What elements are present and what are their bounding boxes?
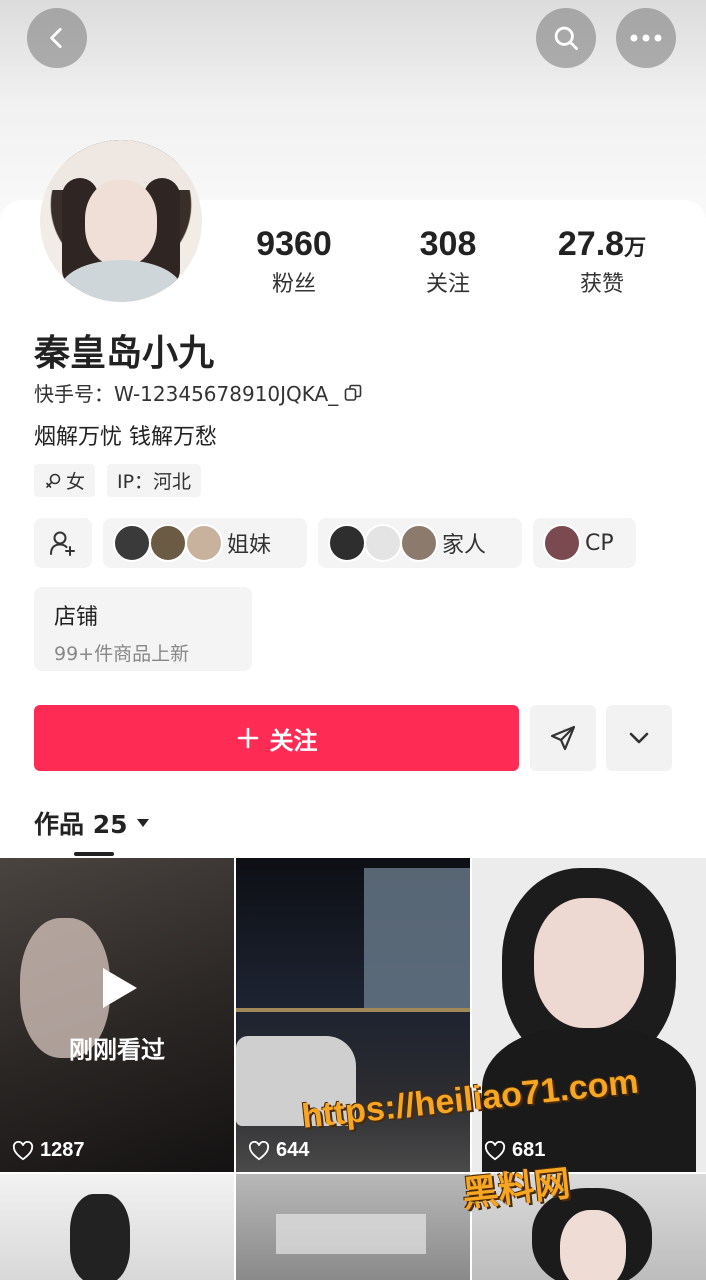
sisters-group[interactable]: 姐妹 [103, 518, 307, 568]
video-thumbnail[interactable]: 681 [472, 858, 706, 1172]
fans-stat[interactable]: 9360 粉丝 [219, 225, 369, 298]
gender-label: 女 [66, 471, 86, 493]
share-button[interactable] [530, 705, 596, 771]
family-avatar [328, 524, 366, 562]
more-icon [630, 34, 662, 42]
likes-stat[interactable]: 27.8万 获赞 [527, 225, 677, 298]
video-thumbnail[interactable] [236, 1174, 470, 1280]
send-icon [550, 725, 576, 751]
fans-label: 粉丝 [271, 272, 316, 297]
more-button[interactable] [616, 8, 676, 68]
back-button[interactable] [27, 8, 87, 68]
thumbnail-ceiling [276, 1214, 426, 1254]
chevron-down-icon [629, 732, 649, 744]
follow-button[interactable]: 关注 [34, 705, 519, 771]
likes-label: 获赞 [579, 272, 624, 297]
expand-button[interactable] [606, 705, 672, 771]
search-button[interactable] [536, 8, 596, 68]
heart-icon [248, 1140, 270, 1160]
like-count: 1287 [12, 1139, 85, 1162]
family-avatar [400, 524, 438, 562]
following-stat[interactable]: 308 关注 [373, 225, 523, 298]
video-thumbnail[interactable] [0, 1174, 234, 1280]
following-label: 关注 [425, 272, 470, 297]
thumbnail-building [364, 868, 470, 1008]
thumbnail-subject [70, 1194, 130, 1280]
profile-bio: 烟解万忧 钱解万愁 [34, 425, 217, 450]
dropdown-triangle-icon [136, 819, 149, 827]
fans-count: 9360 [256, 225, 332, 263]
thumbnail-lights [236, 1008, 470, 1012]
heart-icon [12, 1140, 34, 1160]
chevron-left-icon [50, 27, 62, 49]
sister-avatar [185, 524, 223, 562]
likes-count: 27.8万 [557, 225, 647, 263]
female-icon [46, 473, 61, 488]
following-count: 308 [419, 225, 477, 263]
sister-avatar [149, 524, 187, 562]
works-tab-indicator [74, 852, 114, 856]
shop-subtitle: 99+件商品上新 [54, 643, 190, 665]
ip-label: IP：河北 [117, 471, 192, 493]
works-label: 作品 25 [34, 810, 128, 839]
gender-tag: 女 [34, 464, 96, 497]
like-count: 644 [248, 1139, 309, 1162]
sister-avatar [113, 524, 151, 562]
kuaishou-id-row: 快手号：W-12345678910JQKA_ [34, 378, 362, 407]
add-person-icon [50, 531, 75, 556]
follow-label: 关注 [269, 726, 318, 755]
kuaishou-id: 快手号：W-12345678910JQKA_ [34, 382, 339, 406]
add-friend-button[interactable] [34, 518, 92, 568]
recently-watched-label: 刚刚看过 [69, 1036, 165, 1064]
copy-icon[interactable] [344, 384, 362, 402]
thumbnail-face [534, 898, 644, 1028]
cp-group[interactable]: CP [533, 518, 636, 568]
sisters-label: 姐妹 [227, 533, 272, 558]
video-thumbnail[interactable]: 刚刚看过 1287 [0, 858, 234, 1172]
avatar[interactable] [40, 140, 202, 302]
heart-icon [484, 1140, 506, 1160]
works-tab[interactable]: 作品 25 [34, 805, 150, 841]
cp-label: CP [585, 530, 614, 556]
plus-icon [237, 727, 258, 749]
ip-tag: IP：河北 [107, 464, 202, 497]
play-icon [103, 968, 137, 1008]
shop-card[interactable]: 店铺 99+件商品上新 [34, 587, 252, 671]
family-group[interactable]: 家人 [318, 518, 522, 568]
family-avatar [364, 524, 402, 562]
cp-avatar [543, 524, 581, 562]
shop-title: 店铺 [54, 605, 99, 630]
profile-name: 秦皇岛小九 [34, 333, 215, 374]
family-label: 家人 [442, 533, 487, 558]
search-icon [554, 26, 578, 50]
thumbnail-face [560, 1210, 626, 1280]
